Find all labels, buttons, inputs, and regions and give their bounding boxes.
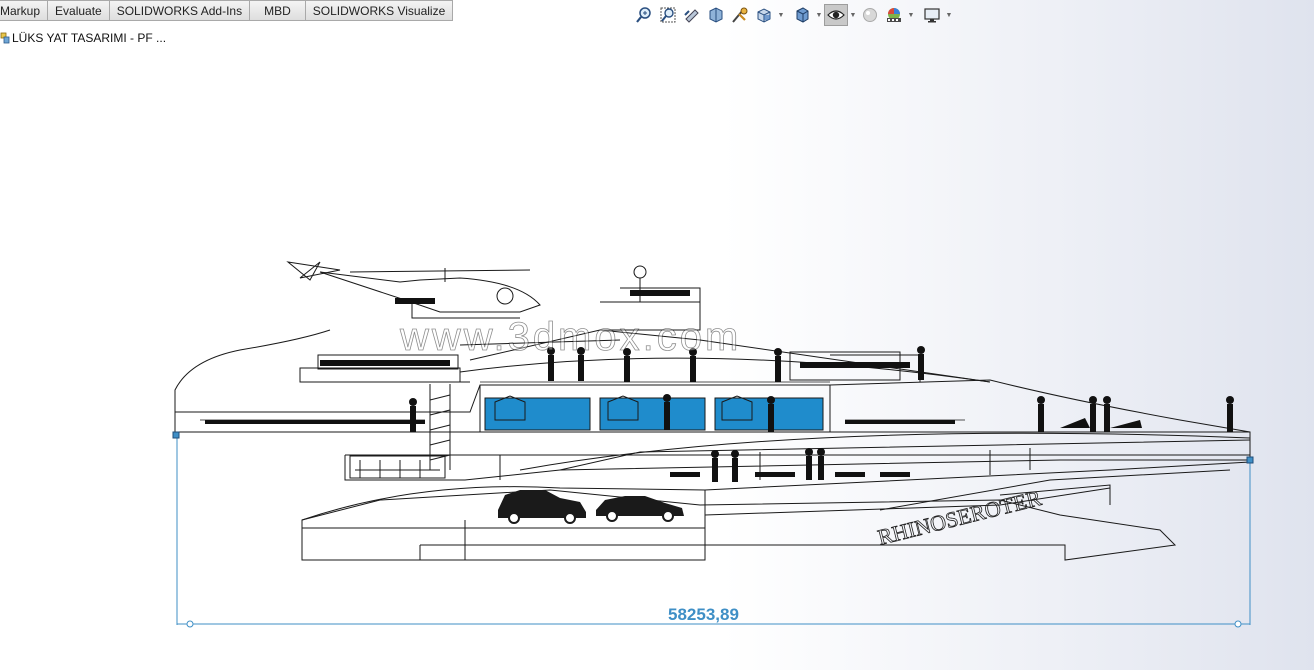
dimension-value[interactable]: 58253,89 xyxy=(668,605,739,624)
radar-mast xyxy=(620,265,701,302)
salon-window-2 xyxy=(599,397,706,431)
graphics-area[interactable]: RHINOSEROTER 58253,89 www.3dmox.com xyxy=(0,0,1314,670)
hull-lettering: RHINOSEROTER xyxy=(875,485,1044,550)
watermark: www.3dmox.com xyxy=(399,315,741,359)
garage-cars xyxy=(498,490,684,524)
salon-window-1 xyxy=(484,397,591,431)
helicopter xyxy=(286,261,541,319)
